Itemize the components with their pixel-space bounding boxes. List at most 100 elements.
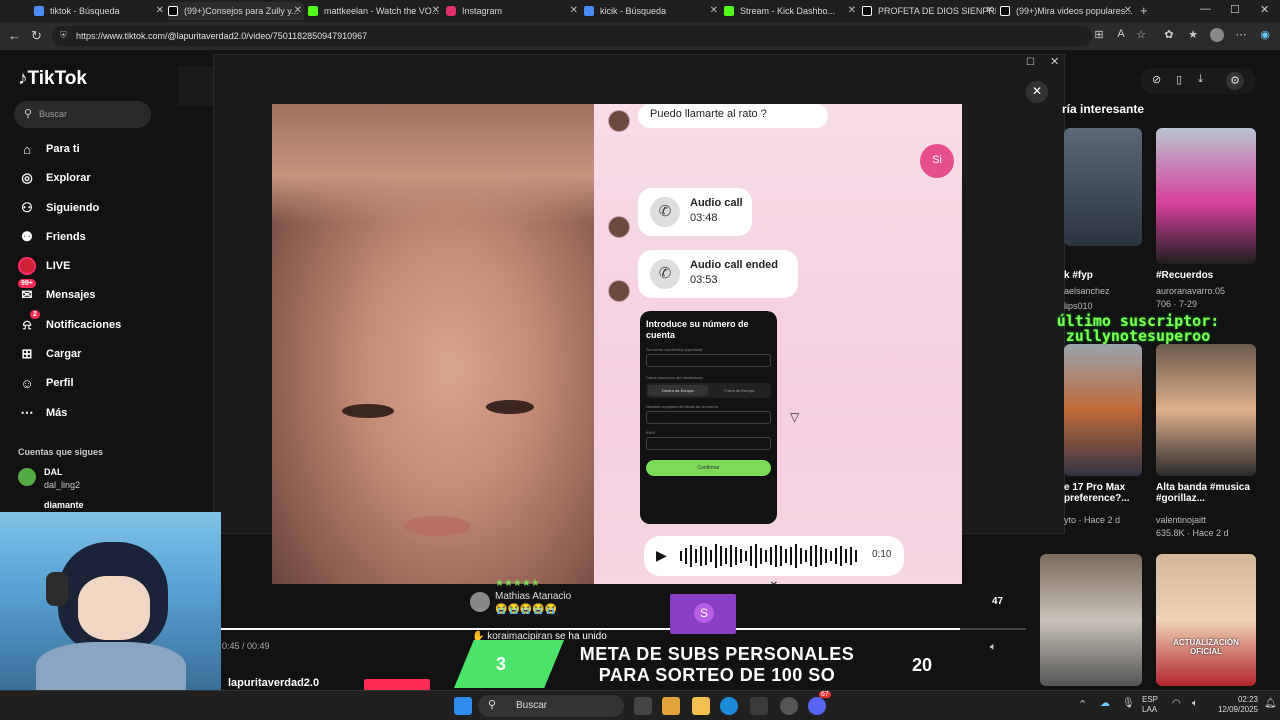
sidebar-item-friends[interactable]: ⚉ Friends (18, 227, 86, 247)
sidebar-item-mensajes[interactable]: ✉ Mensajes 99+ (18, 279, 96, 305)
sidebar-item-para-ti[interactable]: ⌂ Para ti (18, 139, 80, 159)
video-thumbnail[interactable]: ACTUALIZACIÓN OFICIAL (1156, 554, 1256, 686)
waveform-bar (835, 548, 837, 564)
chevron-up-icon[interactable]: ⌃ (1078, 698, 1087, 711)
video-title[interactable]: #Recuerdos (1156, 270, 1213, 281)
phone-icon[interactable]: ▯ (1176, 73, 1182, 86)
close-window-icon[interactable]: ✕ (1260, 3, 1269, 16)
browser-tab[interactable]: tiktok - Búsqueda ✕ (34, 2, 166, 20)
avatar[interactable] (18, 468, 36, 486)
wifi-icon[interactable]: ◠ (1172, 698, 1181, 709)
video-thumbnail[interactable] (1156, 128, 1256, 264)
waveform-bar (755, 544, 757, 568)
following-name[interactable]: DAL (44, 467, 63, 477)
sidebar-item-live[interactable]: LIVE (18, 256, 70, 276)
download-icon[interactable]: ⤓ (1198, 73, 1203, 86)
url-field[interactable]: ⛨ https://www.tiktok.com/@lapuritaverdad2… (52, 26, 1092, 46)
back-icon[interactable]: ← (8, 28, 21, 43)
sidebar-item-siguiendo[interactable]: ⚇ Siguiendo (18, 198, 99, 218)
video-thumbnail[interactable] (1064, 344, 1142, 476)
copilot-icon[interactable] (662, 697, 680, 715)
store-icon[interactable] (750, 697, 768, 715)
extensions-icon[interactable]: ✿ (1162, 28, 1176, 42)
app-icon[interactable] (780, 697, 798, 715)
waveform-bar (855, 550, 857, 562)
chat-emojis: 😭😭😭😭😭 (495, 604, 558, 615)
volume-icon[interactable]: 🔈︎ (990, 641, 997, 654)
read-icon[interactable]: A (1114, 28, 1128, 42)
close-tab-icon[interactable]: ✕ (432, 5, 440, 16)
restore-icon[interactable]: ☐ (1026, 57, 1035, 68)
minimize-icon[interactable]: — (1200, 3, 1211, 15)
close-tab-icon[interactable]: ✕ (294, 5, 302, 16)
sidebar-item-mas[interactable]: ⋯ Más (18, 403, 68, 423)
sidebar-item-cargar[interactable]: ⊞ Cargar (18, 344, 82, 364)
browser-tab[interactable]: Instagram ✕ (446, 2, 580, 20)
browser-tab[interactable]: Stream - Kick Dashbo... ✕ (724, 2, 858, 20)
task-view-icon[interactable] (634, 697, 652, 715)
pip-icon[interactable]: ⊘ (1152, 73, 1161, 86)
waveform-bar (695, 549, 697, 563)
discord-icon[interactable]: 67 (808, 691, 831, 715)
close-tab-icon[interactable]: ✕ (710, 5, 718, 16)
new-tab-button[interactable]: + (1140, 3, 1148, 18)
video-title[interactable]: k #fyp (1064, 270, 1093, 281)
windows-start-icon[interactable] (454, 697, 472, 715)
sidebar-item-notificaciones[interactable]: ⍾ Notificaciones 2 (18, 310, 121, 335)
mic-icon[interactable]: 🎙︎ (1122, 698, 1135, 709)
video-tools: ⊘ ▯ ⤓ ⚙ (1140, 68, 1256, 94)
clock[interactable]: 02:23 12/09/2025 (1212, 695, 1258, 715)
home-icon: ⌂ (23, 141, 31, 157)
translate-icon[interactable]: ⊞ (1092, 28, 1106, 42)
file-explorer-icon[interactable] (692, 697, 710, 715)
chat-message: Puedo llamarte al rato ? (638, 104, 828, 128)
video-thumbnail[interactable] (1064, 128, 1142, 246)
star-icon[interactable]: ☆ (1134, 28, 1148, 42)
modal-close-icon[interactable]: ✕ (1050, 55, 1059, 68)
copilot-icon[interactable]: ◉ (1258, 28, 1272, 42)
video-thumbnail[interactable] (1040, 554, 1142, 686)
progress-track[interactable] (220, 628, 1026, 630)
maximize-icon[interactable]: ☐ (1230, 3, 1240, 16)
waveform-bar (730, 545, 732, 567)
bing-icon (584, 6, 594, 16)
favorites-icon[interactable]: ★ (1186, 28, 1200, 42)
waveform-bar (785, 549, 787, 563)
waveform-bar (710, 550, 712, 562)
face (78, 576, 150, 640)
edge-icon[interactable] (720, 697, 738, 715)
sidebar-item-explorar[interactable]: ◎ Explorar (18, 168, 90, 188)
volume-icon[interactable]: 🔈︎ (1192, 698, 1198, 709)
tiktok-logo[interactable]: ♪TikTok (18, 68, 87, 90)
eye (486, 400, 534, 414)
browser-tab[interactable]: (99+)Mira videos populares... ✕ (1000, 2, 1134, 20)
language-indicator[interactable]: ESP LAA (1142, 695, 1158, 715)
notification-icon[interactable]: 🔔︎ (1264, 698, 1277, 709)
author-name[interactable]: lapuritaverdad2.0 (228, 677, 319, 689)
video-thumbnail[interactable] (1156, 344, 1256, 476)
settings-icon[interactable]: ⚙ (1226, 72, 1244, 90)
close-tab-icon[interactable]: ✕ (570, 5, 578, 16)
sidebar-item-perfil[interactable]: ☺ Perfil (18, 373, 73, 393)
video-title[interactable]: e 17 Pro Max preference?... (1064, 482, 1146, 504)
browser-tab[interactable]: kicik - Búsqueda ✕ (584, 2, 720, 20)
close-button[interactable]: ✕ (1026, 81, 1048, 103)
messages-badge: 99+ (18, 279, 36, 288)
close-tab-icon[interactable]: ✕ (986, 5, 994, 16)
video-player[interactable]: Puedo llamarte al rato ? Si ✆ Audio call… (272, 104, 962, 584)
search-input[interactable]: ⚲ Buscar (14, 101, 151, 128)
browser-tab[interactable]: PROFETA DE DIOS SIENPRE... ✕ (862, 2, 996, 20)
following-name[interactable]: diamante (44, 500, 84, 510)
cloud-icon[interactable]: ☁ (1100, 698, 1110, 709)
browser-tab[interactable]: mattkeelan - Watch the VO... ✕ (308, 2, 442, 20)
close-tab-icon[interactable]: ✕ (1124, 5, 1132, 16)
refresh-icon[interactable]: ↻ (31, 28, 42, 44)
menu-icon[interactable]: ⋯ (1234, 28, 1248, 42)
voice-message: ▶ 0:10 (644, 536, 904, 576)
browser-tab[interactable]: (99+)Consejos para Zully y... ✕ (168, 2, 304, 20)
close-tab-icon[interactable]: ✕ (156, 5, 164, 16)
video-title[interactable]: Alta banda #musica #gorillaz... (1156, 482, 1264, 504)
taskbar-search[interactable]: ⚲ Buscar (478, 695, 624, 717)
profile-avatar[interactable] (1210, 28, 1224, 42)
close-tab-icon[interactable]: ✕ (848, 5, 856, 16)
